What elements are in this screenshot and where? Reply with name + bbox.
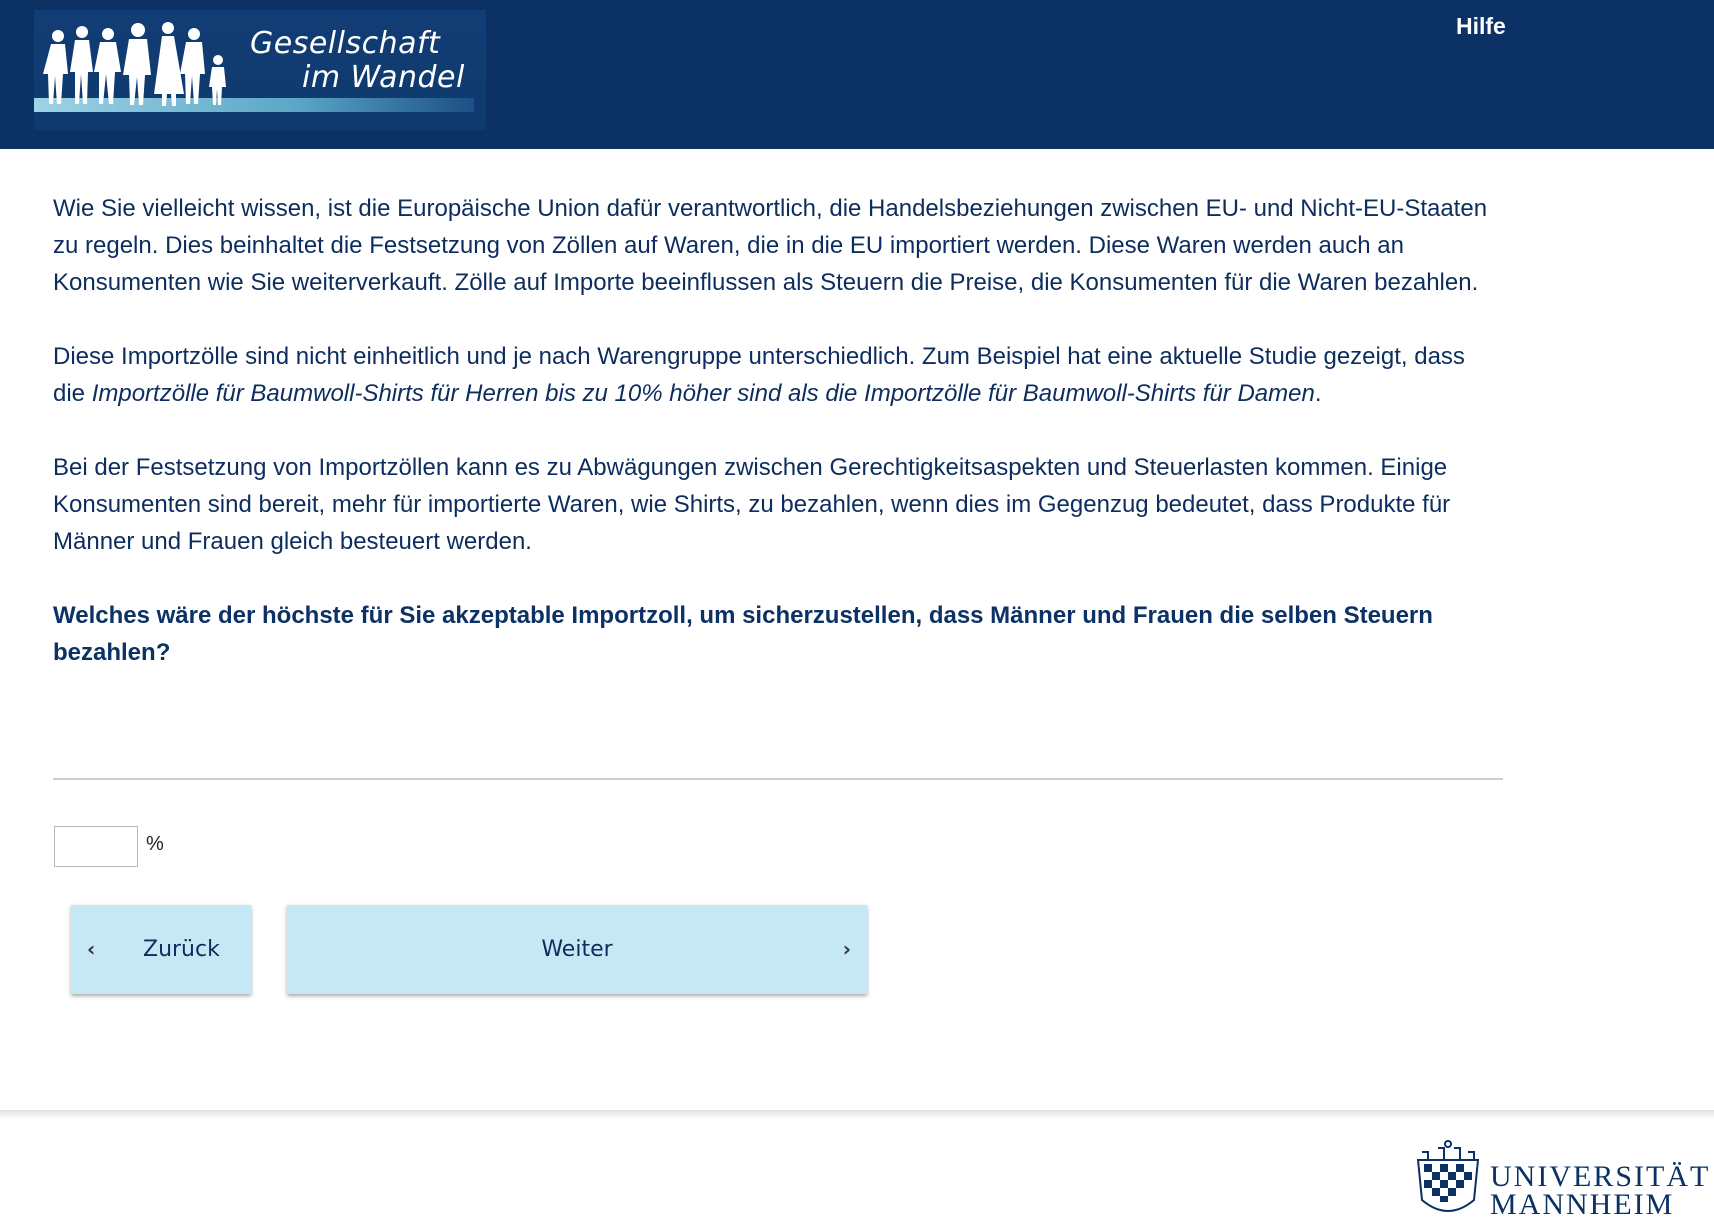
main-content: Wie Sie vielleicht wissen, ist die Europ… <box>53 190 1503 671</box>
back-button[interactable]: ‹ Zurück <box>71 905 251 994</box>
help-link[interactable]: Hilfe <box>1456 13 1506 40</box>
intro-paragraph-3: Bei der Festsetzung von Importzöllen kan… <box>53 454 1451 555</box>
university-crest-icon <box>1416 1140 1480 1212</box>
paragraph2-emphasis: Importzölle für Baumwoll-Shirts für Herr… <box>91 380 1315 407</box>
percent-unit-label: % <box>146 833 164 855</box>
page-header: Gesellschaft im Wandel Hilfe <box>0 0 1714 149</box>
chevron-right-icon: › <box>842 937 851 961</box>
percent-input[interactable] <box>54 826 138 867</box>
gesellschaft-im-wandel-logo: Gesellschaft im Wandel <box>34 10 486 130</box>
next-button-label: Weiter <box>541 937 613 962</box>
logo-line1: Gesellschaft <box>250 26 441 61</box>
question-text: Welches wäre der höchste für Sie akzepta… <box>53 602 1433 666</box>
back-button-label: Zurück <box>143 937 220 962</box>
paragraph2-end: . <box>1314 380 1322 407</box>
logo-line2: im Wandel <box>302 60 465 95</box>
divider <box>53 778 1503 780</box>
next-button[interactable]: Weiter › <box>287 905 867 994</box>
footer-divider <box>0 1110 1714 1120</box>
university-logo: UNIVERSITÄT MANNHEIM <box>1408 1138 1708 1222</box>
chevron-left-icon: ‹ <box>87 937 96 961</box>
intro-paragraph-1: Wie Sie vielleicht wissen, ist die Europ… <box>53 195 1488 296</box>
university-name-line2: MANNHEIM <box>1490 1188 1675 1221</box>
intro-paragraph-2: Diese Importzölle sind nicht einheitlich… <box>53 338 1503 412</box>
